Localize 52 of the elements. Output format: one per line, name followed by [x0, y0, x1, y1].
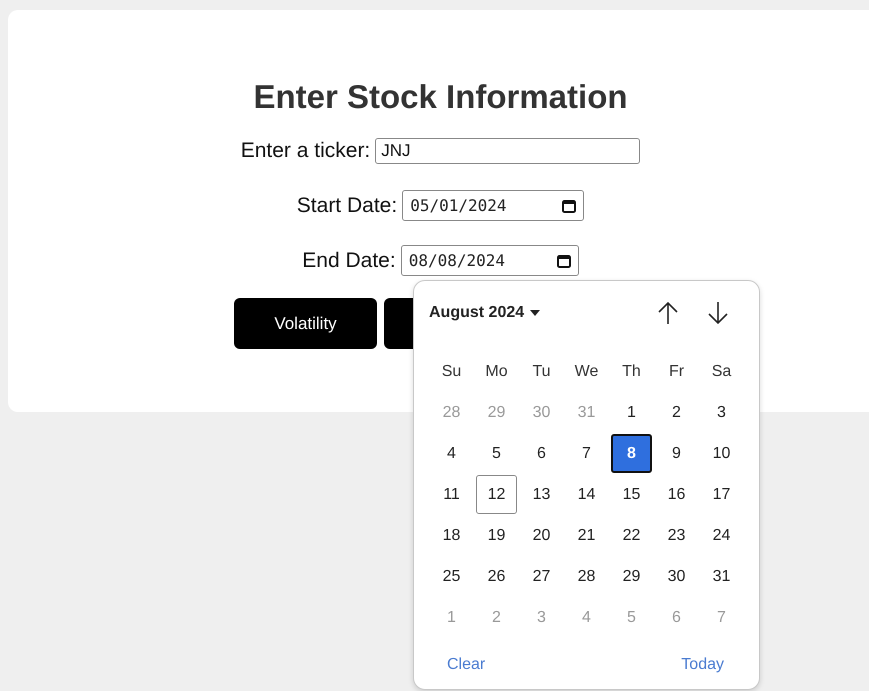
- weekday-label: Fr: [668, 362, 686, 382]
- day-cell[interactable]: 3: [701, 393, 742, 432]
- day-cell[interactable]: 21: [566, 516, 607, 555]
- day-cell[interactable]: 19: [476, 516, 517, 555]
- day-cell[interactable]: 4: [431, 434, 472, 473]
- caret-icon: [530, 310, 540, 316]
- field-label: End Date:: [302, 248, 396, 272]
- day-cell[interactable]: 27: [521, 557, 562, 596]
- weekday-label: We: [574, 362, 600, 382]
- month-selector[interactable]: August 2024: [429, 304, 540, 322]
- day-cell[interactable]: 25: [431, 557, 472, 596]
- field-label: Start Date:: [296, 194, 398, 218]
- ticker-field[interactable]: JNJ: [375, 138, 640, 164]
- today-link[interactable]: Today: [681, 656, 724, 674]
- day-cell[interactable]: 10: [701, 434, 742, 473]
- clear-link[interactable]: Clear: [447, 656, 486, 674]
- day-cell[interactable]: 12: [476, 475, 517, 514]
- weekday-label: Mo: [484, 362, 509, 382]
- weekday-label: Su: [440, 362, 462, 382]
- day-cell[interactable]: 31: [701, 557, 742, 596]
- day-cell[interactable]: 29: [611, 557, 652, 596]
- day-cell[interactable]: 20: [521, 516, 562, 555]
- day-cell[interactable]: 14: [566, 475, 607, 514]
- day-cell[interactable]: 13: [521, 475, 562, 514]
- weekday-label: Th: [621, 362, 642, 382]
- day-cell[interactable]: 5: [476, 434, 517, 473]
- day-cell[interactable]: 16: [656, 475, 697, 514]
- day-cell[interactable]: 1: [611, 393, 652, 432]
- day-cell[interactable]: 17: [701, 475, 742, 514]
- date-field[interactable]: 05/01/2024: [402, 190, 584, 221]
- calendar-icon[interactable]: [561, 198, 578, 214]
- weekday-label: Tu: [531, 362, 552, 382]
- day-cell[interactable]: 8: [611, 434, 652, 473]
- field-label: Enter a ticker:: [240, 138, 370, 162]
- day-cell[interactable]: 6: [521, 434, 562, 473]
- day-cell[interactable]: 9: [656, 434, 697, 473]
- day-cell[interactable]: 26: [476, 557, 517, 596]
- day-cell[interactable]: 22: [611, 516, 652, 555]
- day-cell[interactable]: 30: [656, 557, 697, 596]
- day-cell[interactable]: 28: [566, 557, 607, 596]
- calendar-icon[interactable]: [556, 252, 572, 268]
- day-cell[interactable]: 2: [656, 393, 697, 432]
- action-button[interactable]: Volatility: [234, 298, 377, 349]
- form-title: Enter Stock Information: [253, 78, 628, 116]
- date-field[interactable]: 08/08/2024: [400, 245, 579, 276]
- day-cell[interactable]: 18: [431, 516, 472, 555]
- day-cell[interactable]: 7: [566, 434, 607, 473]
- day-cell[interactable]: 15: [611, 475, 652, 514]
- day-cell[interactable]: 23: [656, 516, 697, 555]
- day-cell[interactable]: 11: [431, 475, 472, 514]
- day-cell[interactable]: 24: [701, 516, 742, 555]
- weekday-label: Sa: [710, 362, 732, 382]
